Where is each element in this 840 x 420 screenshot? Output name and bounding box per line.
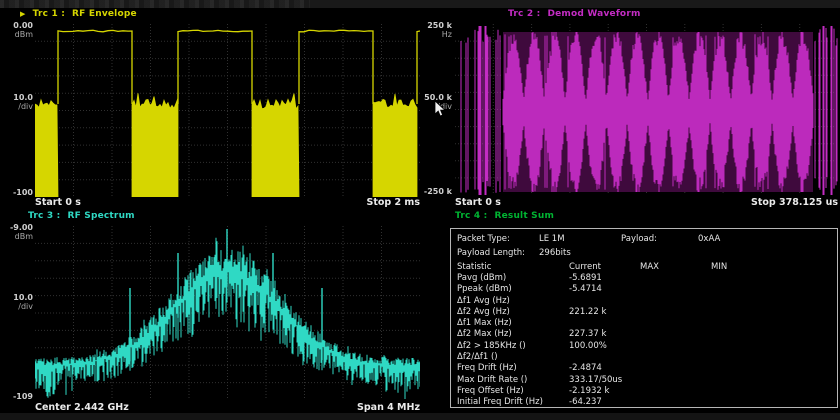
trc2-title-prefix: Trc 2 : bbox=[508, 9, 540, 19]
stats-rows: Pavg (dBm)-5.6891Ppeak (dBm)-5.4714Δf1 A… bbox=[451, 273, 837, 409]
trc1-title-name: RF Envelope bbox=[72, 9, 137, 19]
max-header: MAX bbox=[640, 262, 659, 272]
trc1-plot[interactable] bbox=[35, 24, 420, 197]
result-table-row: Freq Drift (Hz)-2.4874 bbox=[451, 363, 837, 374]
result-table-row: Δf2 Max (Hz)227.37 k bbox=[451, 329, 837, 340]
active-trace-marker-icon: ▶ bbox=[20, 10, 26, 19]
result-table-row: Ppeak (dBm)-5.4714 bbox=[451, 284, 837, 295]
trc1-title[interactable]: ▶ Trc 1 : RF Envelope bbox=[20, 9, 137, 19]
trc1-x-start: Start 0 s bbox=[35, 197, 81, 208]
payload-length-label: Payload Length: bbox=[457, 248, 525, 258]
result-table-row: Δf2 Avg (Hz)221.22 k bbox=[451, 307, 837, 318]
result-table-row: Max Drift Rate ()333.17/50us bbox=[451, 375, 837, 386]
statistic-header: Statistic bbox=[457, 262, 491, 272]
trc3-title-prefix: Trc 3 : bbox=[28, 211, 60, 221]
payload-length-row: Payload Length: 296bits bbox=[451, 248, 837, 259]
min-header: MIN bbox=[711, 262, 727, 272]
top-edge-bar bbox=[0, 0, 840, 8]
trc1-x-labels: Start 0 s Stop 2 ms bbox=[35, 197, 420, 208]
result-table-row: Δf1 Avg (Hz) bbox=[451, 296, 837, 307]
result-summary-table: Packet Type: LE 1M Payload: 0xAA Payload… bbox=[450, 228, 838, 408]
packet-type-row: Packet Type: LE 1M Payload: 0xAA bbox=[451, 234, 837, 245]
trc2-plot[interactable] bbox=[455, 24, 838, 195]
signal-analyzer-screen: ▶ Trc 1 : RF Envelope 0.00 dBm 10.0 /div… bbox=[0, 0, 840, 420]
packet-type-value: LE 1M bbox=[539, 234, 565, 244]
bottom-edge-bar bbox=[0, 413, 840, 420]
payload-value: 0xAA bbox=[698, 234, 720, 244]
trc2-x-start: Start 0 s bbox=[455, 197, 501, 208]
trc3-title-name: RF Spectrum bbox=[67, 211, 134, 221]
payload-label: Payload: bbox=[621, 234, 657, 244]
current-header: Current bbox=[569, 262, 601, 272]
trc4-title-prefix: Trc 4 : bbox=[455, 211, 487, 221]
result-table-row: Δf2/Δf1 () bbox=[451, 352, 837, 363]
trc2-y-bottom-label: -250 k bbox=[416, 187, 452, 196]
trc3-x-span: Span 4 MHz bbox=[357, 402, 420, 413]
stats-header-row: Statistic Current MAX MIN bbox=[451, 262, 837, 273]
trc3-y-top-label: -9.00 dBm bbox=[1, 223, 33, 241]
trc3-x-center: Center 2.442 GHz bbox=[35, 402, 129, 413]
trc3-y-bottom-label: -109 bbox=[1, 392, 33, 401]
trc3-x-labels: Center 2.442 GHz Span 4 MHz bbox=[35, 402, 420, 413]
payload-length-value: 296bits bbox=[539, 248, 571, 258]
mouse-cursor-icon bbox=[434, 100, 447, 118]
trc4-title-name: Result Sum bbox=[494, 211, 554, 221]
result-table-row: Pavg (dBm)-5.6891 bbox=[451, 273, 837, 284]
result-table-row: Initial Freq Drift (Hz)-64.237 bbox=[451, 397, 837, 408]
trc1-y-top-label: 0.00 dBm bbox=[1, 21, 33, 39]
trc3-y-div-label: 10.0 /div bbox=[1, 293, 33, 311]
result-table-row: Δf1 Max (Hz) bbox=[451, 318, 837, 329]
trc1-title-prefix: Trc 1 : bbox=[33, 9, 65, 19]
packet-type-label: Packet Type: bbox=[457, 234, 510, 244]
result-table-row: Freq Offset (Hz)-2.1932 k bbox=[451, 386, 837, 397]
trc2-x-labels: Start 0 s Stop 378.125 us bbox=[455, 197, 838, 208]
trc2-y-top-label: 250 k Hz bbox=[416, 21, 452, 39]
result-table-row: Δf2 > 185KHz ()100.00% bbox=[451, 341, 837, 352]
trc2-title[interactable]: Trc 2 : Demod Waveform bbox=[508, 9, 641, 19]
trc3-title[interactable]: Trc 3 : RF Spectrum bbox=[28, 211, 135, 221]
trc1-y-bottom-label: -100 bbox=[1, 188, 33, 197]
top-edge-texture bbox=[0, 0, 310, 8]
trc1-x-stop: Stop 2 ms bbox=[367, 197, 421, 208]
trc4-title[interactable]: Trc 4 : Result Sum bbox=[455, 211, 554, 221]
trc3-plot[interactable] bbox=[35, 226, 420, 400]
trc2-title-name: Demod Waveform bbox=[547, 9, 640, 19]
trc1-y-div-label: 10.0 /div bbox=[1, 93, 33, 111]
trc2-x-stop: Stop 378.125 us bbox=[751, 197, 838, 208]
